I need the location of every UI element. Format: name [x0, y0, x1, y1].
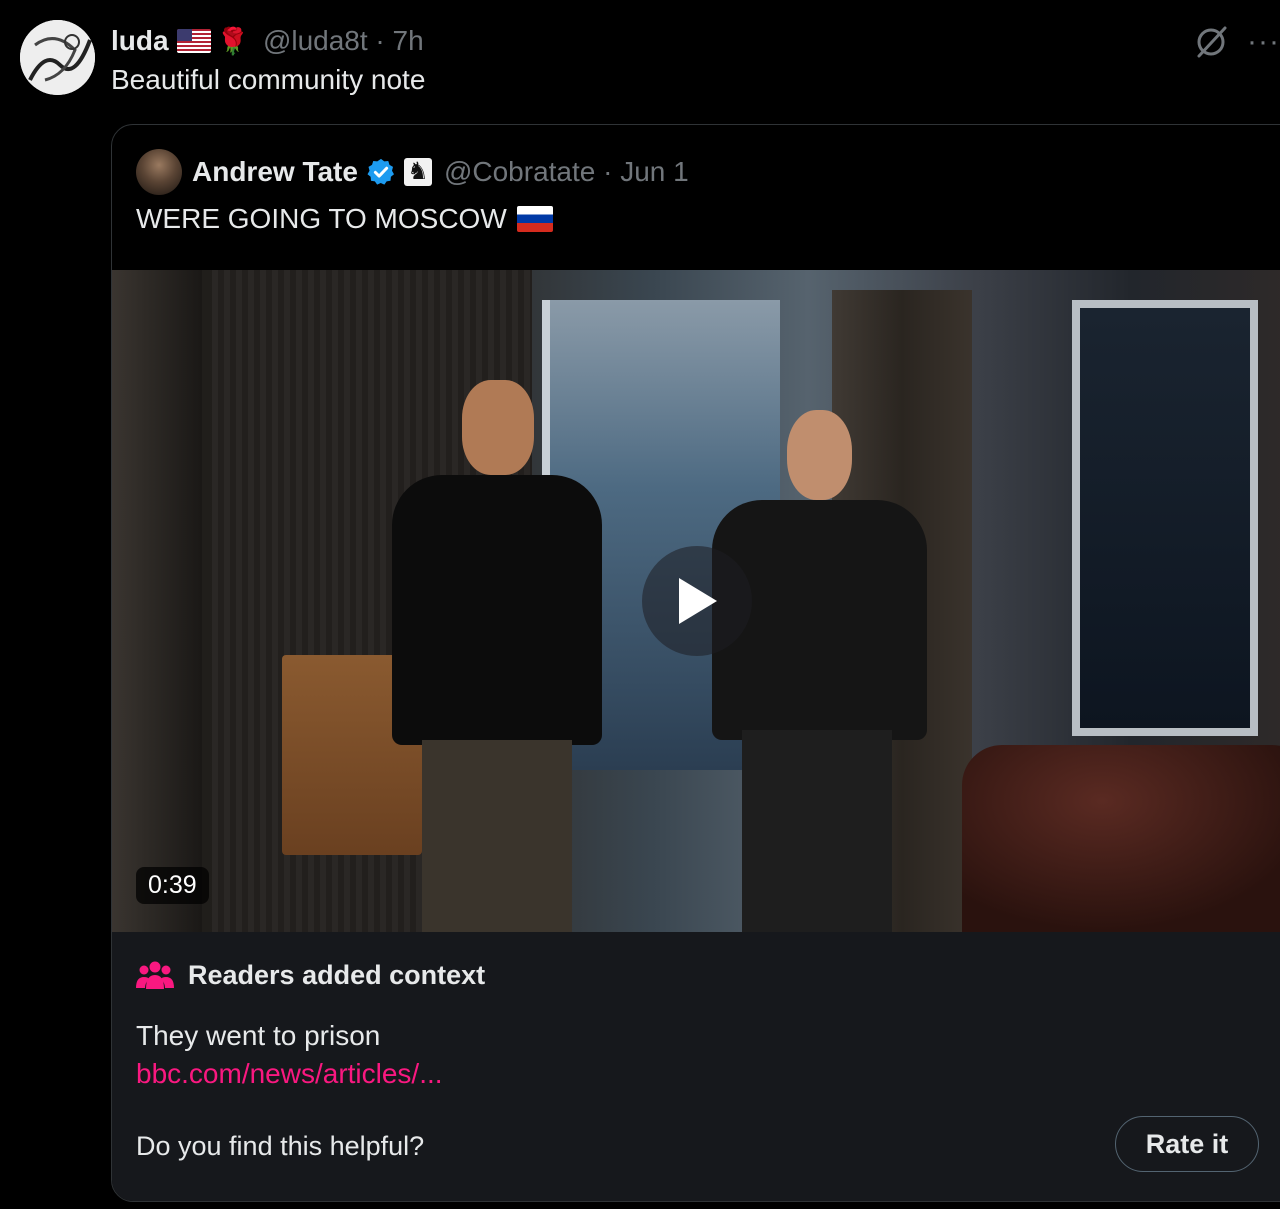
video-scene-chair	[962, 745, 1280, 932]
community-note-title: Readers added context	[136, 959, 485, 991]
us-flag-icon	[176, 29, 211, 53]
rose-icon: 🌹	[216, 25, 249, 56]
community-note-heading: Readers added context	[188, 959, 486, 990]
grok-icon[interactable]	[1191, 22, 1231, 62]
community-note: Readers added context They went to priso…	[112, 932, 1280, 1201]
post-actions: ···	[1191, 22, 1280, 62]
video-player[interactable]: 0:39	[112, 270, 1280, 932]
community-note-body: They went to prison	[136, 1020, 381, 1051]
video-duration: 0:39	[136, 867, 209, 904]
quoted-handle-time[interactable]: @Cobratate · Jun 1	[444, 156, 689, 188]
community-note-link[interactable]: bbc.com/news/articles/...	[136, 1058, 443, 1090]
video-scene-window	[1072, 300, 1258, 736]
people-icon	[136, 961, 174, 989]
avatar-image	[20, 20, 95, 95]
handle-time[interactable]: @luda8t · 7h	[263, 25, 424, 57]
verified-badge-icon	[367, 158, 394, 185]
more-options-icon[interactable]: ···	[1247, 25, 1280, 59]
quoted-post-text-row: WERE GOING TO MOSCOW	[136, 203, 553, 235]
play-button[interactable]	[642, 546, 752, 656]
avatar[interactable]	[20, 20, 95, 95]
helpful-question: Do you find this helpful?	[136, 1131, 425, 1161]
video-scene-person	[392, 380, 602, 932]
quoted-post-text: WERE GOING TO MOSCOW	[136, 203, 507, 234]
quoted-avatar[interactable]	[136, 149, 182, 195]
display-name[interactable]: luda	[111, 25, 169, 57]
quoted-post-header: Andrew Tate ♞ @Cobratate · Jun 1	[136, 149, 689, 195]
play-icon	[679, 578, 717, 624]
quoted-post[interactable]: Andrew Tate ♞ @Cobratate · Jun 1 WERE GO…	[111, 124, 1280, 1202]
video-scene-curtain	[112, 270, 202, 932]
quoted-display-name[interactable]: Andrew Tate	[192, 156, 358, 188]
chess-knight-icon: ♞	[403, 158, 432, 186]
post-header: luda 🌹 @luda8t · 7h	[111, 22, 424, 60]
video-scene-person	[712, 410, 927, 932]
russia-flag-icon	[516, 206, 553, 232]
rate-it-button[interactable]: Rate it	[1115, 1116, 1259, 1172]
post-text: Beautiful community note	[111, 64, 426, 95]
